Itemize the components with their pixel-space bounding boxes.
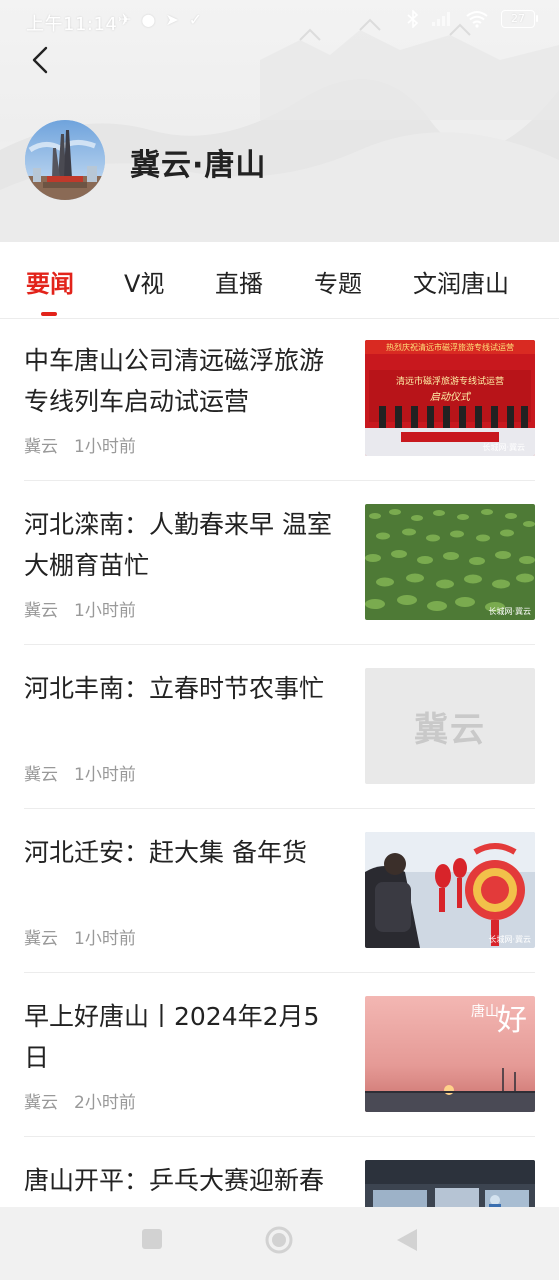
news-source: 冀云 bbox=[24, 1093, 58, 1113]
download-icon: ✓ bbox=[188, 10, 203, 29]
news-title: 唐山开平：乒乓大赛迎新春 bbox=[24, 1166, 325, 1195]
news-meta: 冀云 1小时前 bbox=[24, 596, 136, 621]
news-title: 早上好唐山丨2024年2月5日 bbox=[24, 1002, 320, 1072]
news-meta: 冀云 1小时前 bbox=[24, 432, 136, 457]
square-icon bbox=[142, 1229, 162, 1249]
triangle-back-icon bbox=[397, 1229, 417, 1251]
channel-avatar bbox=[25, 120, 105, 200]
news-thumbnail: 唐山 好 bbox=[365, 996, 535, 1112]
tab-video[interactable]: V视 bbox=[124, 264, 164, 299]
channel-title: 冀云·唐山 bbox=[130, 148, 267, 183]
tab-topics[interactable]: 专题 bbox=[314, 264, 362, 299]
signal-icon bbox=[432, 12, 450, 26]
list-divider bbox=[24, 480, 535, 481]
news-source: 冀云 bbox=[24, 437, 58, 457]
watermark-text: 长城网·冀云 bbox=[482, 442, 525, 452]
news-time: 2小时前 bbox=[74, 1093, 136, 1113]
tab-headlines[interactable]: 要闻 bbox=[26, 264, 74, 299]
news-item[interactable]: 中车唐山公司清远磁浮旅游专线列车启动试运营 冀云 1小时前 热烈庆祝清远市磁浮旅游… bbox=[0, 318, 559, 481]
chevron-left-icon bbox=[32, 46, 48, 74]
watermark-text: 长城网·冀云 bbox=[488, 606, 531, 616]
status-time: 上午11:14 bbox=[26, 14, 118, 35]
system-nav-bar bbox=[0, 1207, 559, 1280]
news-item[interactable]: 河北滦南：人勤春来早 温室大棚育苗忙 冀云 1小时前 长城网·冀云 bbox=[0, 482, 559, 645]
good-morning-small-text: 唐山 bbox=[471, 1003, 499, 1020]
news-item[interactable]: 唐山开平：乒乓大赛迎新春 bbox=[0, 1138, 559, 1208]
table-tennis-photo bbox=[365, 1160, 535, 1208]
tab-culture-tangshan[interactable]: 文润唐山 bbox=[413, 264, 509, 299]
news-time: 1小时前 bbox=[74, 929, 136, 949]
tab-bar: 要闻 V视 直播 专题 文润唐山 bbox=[0, 242, 559, 319]
active-tab-indicator bbox=[41, 312, 57, 316]
list-divider bbox=[24, 1136, 535, 1137]
news-meta: 冀云 1小时前 bbox=[24, 924, 136, 949]
seedlings-photo: 长城网·冀云 bbox=[365, 504, 535, 620]
watermark-text: 长城网·冀云 bbox=[488, 934, 531, 944]
news-list: 中车唐山公司清远磁浮旅游专线列车启动试运营 冀云 1小时前 热烈庆祝清远市磁浮旅游… bbox=[0, 318, 559, 1208]
list-divider bbox=[24, 808, 535, 809]
mute-icon: ✈ bbox=[118, 10, 132, 29]
news-source: 冀云 bbox=[24, 601, 58, 621]
circle-icon bbox=[265, 1226, 293, 1254]
news-title: 河北滦南：人勤春来早 温室大棚育苗忙 bbox=[24, 510, 332, 580]
news-item[interactable]: 河北迁安：赶大集 备年货 冀云 1小时前 长城网·冀云 bbox=[0, 810, 559, 973]
banner-text-1: 热烈庆祝清远市磁浮旅游专线试运营 bbox=[386, 342, 514, 352]
news-source: 冀云 bbox=[24, 929, 58, 949]
news-meta: 冀云 1小时前 bbox=[24, 760, 136, 785]
back-nav-button[interactable] bbox=[395, 1227, 419, 1257]
news-title: 中车唐山公司清远磁浮旅游专线列车启动试运营 bbox=[24, 346, 325, 416]
news-time: 1小时前 bbox=[74, 437, 136, 457]
news-item[interactable]: 河北丰南：立春时节农事忙 冀云 1小时前 冀云 bbox=[0, 646, 559, 809]
news-title: 河北迁安：赶大集 备年货 bbox=[24, 838, 307, 867]
news-time: 1小时前 bbox=[74, 601, 136, 621]
news-thumbnail: 热烈庆祝清远市磁浮旅游专线试运营 清远市磁浮旅游专线试运营 启动仪式 长城网·冀… bbox=[365, 340, 535, 456]
tab-live[interactable]: 直播 bbox=[215, 264, 263, 299]
chat-icon: ● bbox=[141, 10, 156, 29]
news-time: 1小时前 bbox=[74, 765, 136, 785]
news-title: 河北丰南：立春时节农事忙 bbox=[24, 674, 325, 703]
status-system-icons: 27 bbox=[407, 10, 538, 28]
news-item[interactable]: 早上好唐山丨2024年2月5日 冀云 2小时前 唐山 好 bbox=[0, 974, 559, 1137]
monument-image bbox=[25, 120, 105, 200]
banner-text-2: 清远市磁浮旅游专线试运营 bbox=[396, 375, 504, 387]
placeholder-logo: 冀云 bbox=[414, 709, 486, 750]
recent-apps-button[interactable] bbox=[140, 1227, 164, 1255]
banner-text-3: 启动仪式 bbox=[430, 391, 472, 403]
back-button[interactable] bbox=[22, 42, 58, 78]
ceremony-photo: 热烈庆祝清远市磁浮旅游专线试运营 清远市磁浮旅游专线试运营 启动仪式 长城网·冀… bbox=[365, 340, 535, 456]
status-bar: 上午11:14 ✈ ● ➤ ✓ 27 bbox=[0, 0, 559, 42]
wifi-icon bbox=[466, 11, 488, 28]
news-thumbnail: 长城网·冀云 bbox=[365, 504, 535, 620]
good-morning-big-text: 好 bbox=[497, 1003, 527, 1038]
market-photo: 长城网·冀云 bbox=[365, 832, 535, 948]
list-divider bbox=[24, 972, 535, 973]
sunrise-photo: 唐山 好 bbox=[365, 996, 535, 1112]
news-meta: 冀云 2小时前 bbox=[24, 1088, 136, 1113]
home-button[interactable] bbox=[264, 1225, 294, 1259]
news-thumbnail bbox=[365, 1160, 535, 1208]
news-source: 冀云 bbox=[24, 765, 58, 785]
bluetooth-icon bbox=[407, 10, 419, 28]
battery-indicator: 27 bbox=[501, 10, 538, 28]
status-notification-icons: ✈ ● ➤ ✓ bbox=[118, 10, 202, 29]
telegram-icon: ➤ bbox=[165, 10, 179, 29]
news-thumbnail: 长城网·冀云 bbox=[365, 832, 535, 948]
battery-level: 27 bbox=[511, 12, 525, 25]
news-thumbnail-placeholder: 冀云 bbox=[365, 668, 535, 784]
list-divider bbox=[24, 644, 535, 645]
